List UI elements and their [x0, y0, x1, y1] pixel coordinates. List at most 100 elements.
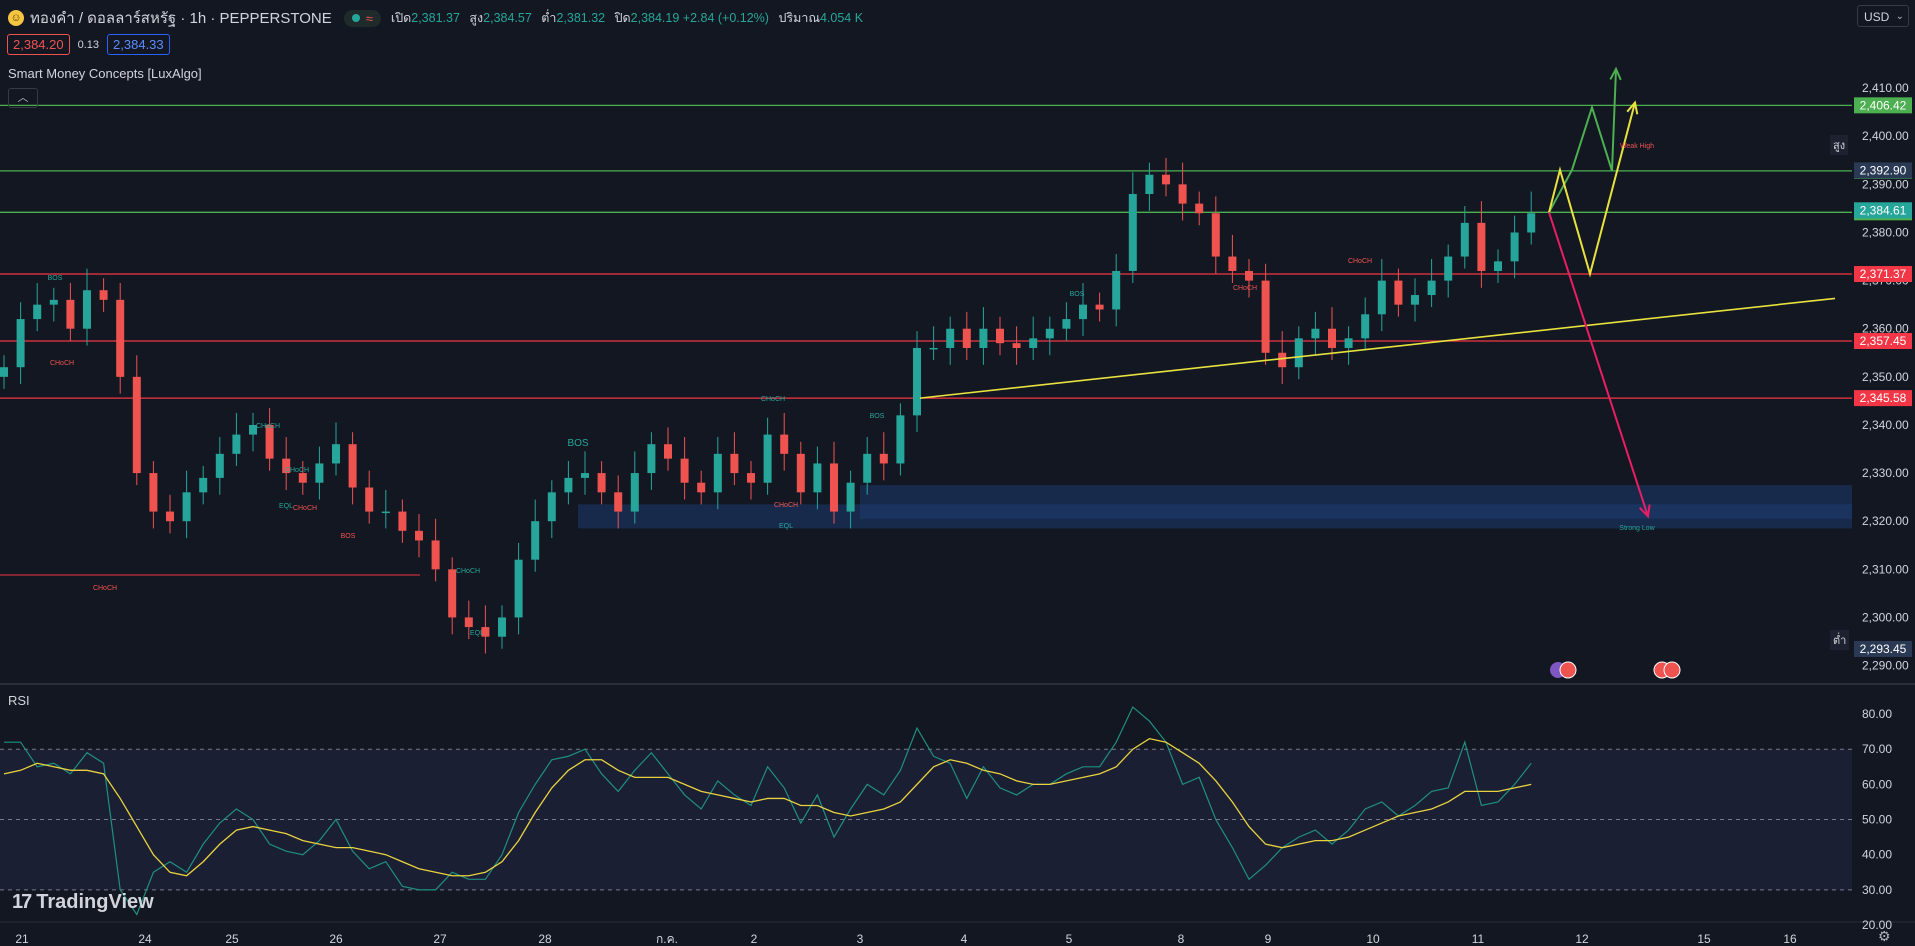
- ohlc-volume-value: 4.054 K: [819, 11, 864, 25]
- symbol-title[interactable]: ทองคำ / ดอลลาร์สหรัฐ · 1h · PEPPERSTONE: [30, 6, 332, 30]
- smc-annotation: Strong Low: [1619, 525, 1655, 532]
- candle-body: [664, 444, 672, 459]
- candle-body: [1261, 280, 1270, 353]
- candle-body: [1012, 343, 1021, 348]
- candle-body: [1494, 261, 1502, 271]
- candle-body: [1527, 213, 1536, 233]
- candle-body: [581, 473, 589, 478]
- candle-body: [1079, 304, 1087, 320]
- time-axis-label: 9: [1265, 932, 1272, 946]
- settings-gear-icon[interactable]: ⚙: [1878, 928, 1891, 945]
- spread-value: 0.13: [77, 38, 100, 51]
- rsi-tick-label: 50.00: [1862, 813, 1892, 827]
- candle-body: [929, 347, 938, 350]
- time-axis-label: 5: [1066, 932, 1073, 946]
- candle-body: [1162, 174, 1170, 185]
- candle-body: [680, 458, 689, 483]
- candle-body: [1178, 184, 1187, 204]
- ohlc-open-value: 2,381.37: [411, 11, 460, 25]
- candle-body: [597, 473, 606, 493]
- candle-body: [381, 511, 390, 514]
- candle-body: [1278, 352, 1287, 368]
- currency-select[interactable]: USD ⌄: [1857, 5, 1909, 27]
- candle-body: [996, 328, 1004, 344]
- price-tick-label: 2,340.00: [1862, 418, 1909, 432]
- chevron-down-icon: ⌄: [1895, 11, 1904, 22]
- ohlc-close-value: 2,384.19 +2.84 (+0.12%): [630, 11, 769, 25]
- candle-body: [514, 559, 523, 618]
- axis-tag-label: 2,392.90: [1860, 163, 1907, 177]
- candle-body: [332, 444, 340, 464]
- smc-annotation: CHoCH: [285, 467, 309, 474]
- price-tick-label: 2,310.00: [1862, 562, 1909, 576]
- candle-body: [564, 477, 573, 493]
- candle-body: [730, 453, 739, 474]
- candle-body: [166, 511, 174, 522]
- smc-annotation: CHoCH: [93, 585, 117, 592]
- candle-body: [348, 444, 357, 488]
- candle-body: [1128, 193, 1137, 271]
- time-axis-label: ก.ค.: [656, 932, 678, 946]
- smc-annotation: CHoCH: [761, 396, 785, 403]
- rsi-tick-label: 40.00: [1862, 848, 1892, 862]
- rsi-label[interactable]: RSI: [8, 693, 30, 708]
- candle-body: [365, 487, 374, 512]
- candle-body: [962, 328, 971, 348]
- time-axis-label: 27: [433, 932, 447, 946]
- price-level-tag-label: 2,345.58: [1860, 391, 1907, 405]
- candle-body: [1311, 328, 1320, 339]
- candle-body: [1062, 319, 1071, 329]
- time-axis-label: 12: [1575, 932, 1589, 946]
- candle-body: [1112, 270, 1121, 310]
- sell-button[interactable]: 2,384.20: [7, 34, 70, 55]
- candle-body: [1294, 338, 1303, 368]
- trading-chart[interactable]: 2,410.002,400.002,390.002,380.002,370.00…: [0, 0, 1915, 946]
- time-axis-label: 28: [538, 932, 552, 946]
- market-status-pill[interactable]: ≈: [343, 9, 381, 27]
- candle-body: [630, 473, 639, 512]
- time-axis-label: 24: [138, 932, 152, 946]
- candle-body: [1361, 314, 1370, 339]
- indicator-name[interactable]: Smart Money Concepts [LuxAlgo]: [8, 66, 202, 81]
- buy-button[interactable]: 2,384.33: [107, 34, 170, 55]
- price-tick-label: 2,410.00: [1862, 81, 1909, 95]
- tradingview-brand-name: TradingView: [36, 891, 154, 913]
- price-tick-label: 2,400.00: [1862, 129, 1909, 143]
- smc-annotation: BOS: [870, 413, 885, 420]
- candle-body: [116, 299, 125, 377]
- us-flag-event-icon: [1559, 661, 1577, 679]
- candle-body: [315, 463, 324, 483]
- smc-annotation: CHoCH: [1348, 258, 1372, 265]
- chevron-up-icon[interactable]: ︿: [8, 88, 38, 108]
- ohlc-open-label: เปิด: [390, 11, 412, 25]
- market-open-dot-icon: [351, 14, 360, 22]
- candle-body: [215, 453, 224, 478]
- candle-body: [1145, 174, 1154, 194]
- axis-tag-label: 2,293.45: [1860, 642, 1907, 656]
- tradingview-logo[interactable]: 17 TradingView: [12, 891, 154, 914]
- price-level-tag-label: 2,406.42: [1860, 98, 1907, 112]
- smc-annotation: CHoCH: [456, 568, 480, 575]
- candle-body: [713, 453, 722, 493]
- smc-annotation: EQL: [470, 630, 484, 637]
- ohlc-high-label: สูง: [469, 11, 484, 25]
- smc-annotation: CHoCH: [293, 505, 317, 512]
- ohlc-high-value: 2,384.57: [483, 11, 532, 25]
- coin-face-icon: ☺: [8, 10, 24, 26]
- ohlc-low-label: ต่ำ: [541, 11, 557, 25]
- price-tick-label: 2,330.00: [1862, 466, 1909, 480]
- candle-body: [33, 304, 42, 320]
- smc-annotation: BOS: [1070, 291, 1085, 298]
- candle-body: [879, 453, 888, 464]
- time-axis-label: 16: [1783, 932, 1797, 946]
- candle-body: [1377, 280, 1386, 315]
- smc-annotation: Weak High: [1620, 143, 1654, 150]
- candle-body: [298, 473, 307, 483]
- projection-green: [1548, 68, 1617, 213]
- time-axis-label: 21: [15, 932, 29, 946]
- smc-annotation: BOS: [48, 275, 63, 282]
- candle-body: [1211, 213, 1220, 257]
- smc-annotation: CHoCH: [1233, 285, 1257, 292]
- ohlc-values: เปิด2,381.37 สูง2,384.57 ต่ำ2,381.32 ปิด…: [391, 8, 869, 28]
- high-caption: สูง: [1830, 135, 1849, 155]
